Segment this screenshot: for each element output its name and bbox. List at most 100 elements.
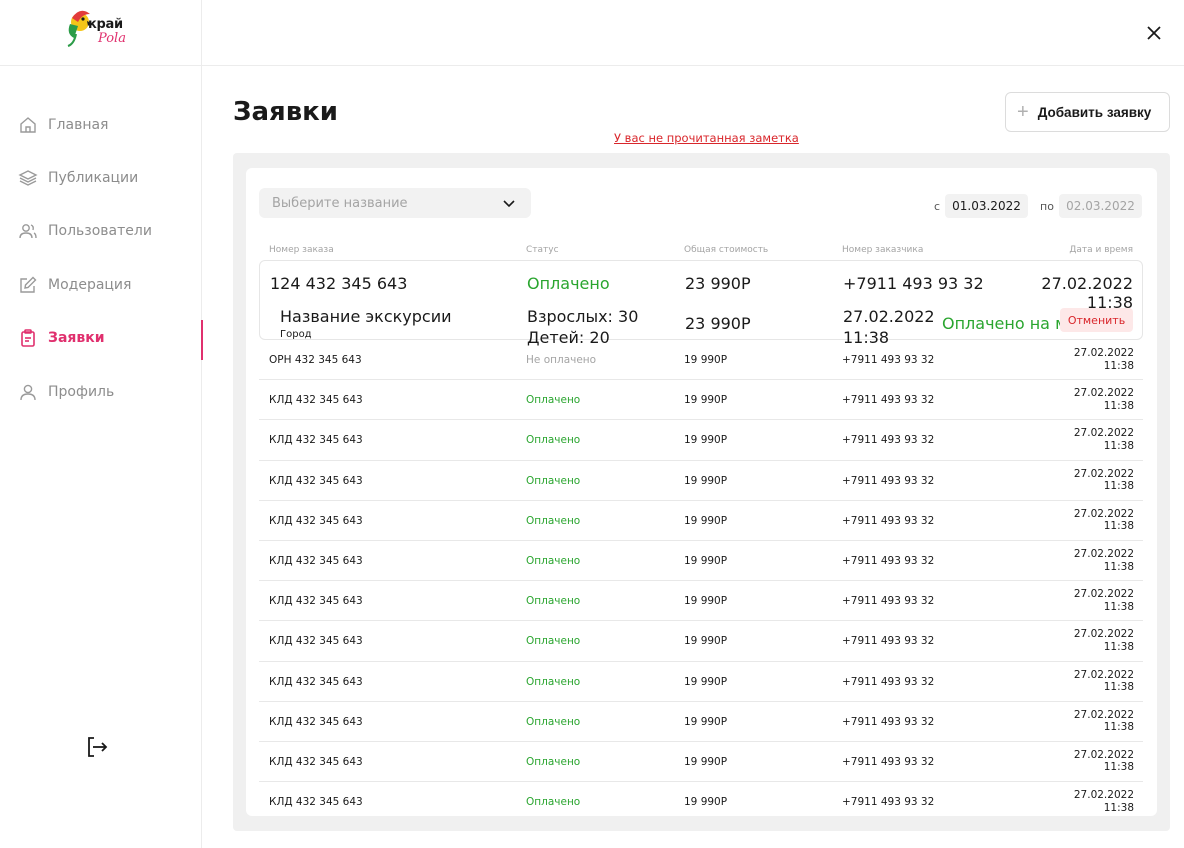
app: край Pola Главная Публикации Пользовател… [0, 0, 1184, 848]
order-date: 27.02.2022 [1073, 748, 1134, 761]
date-from-label: с [934, 200, 941, 213]
order-date: 27.02.2022 [1073, 507, 1134, 520]
orders-panel: Выберите название с 01.03.2022 по 02.03.… [233, 153, 1170, 831]
date-to-input[interactable]: 02.03.2022 [1059, 194, 1142, 218]
order-number: КЛД 432 345 643 [269, 595, 363, 608]
sidebar-item-main[interactable]: Главная [0, 98, 202, 151]
sidebar-item-profile[interactable]: Профиль [0, 365, 202, 418]
order-datetime: 27.02.2022 11:38 [1074, 468, 1134, 493]
order-phone: +7911 493 93 32 [842, 354, 935, 366]
order-cost: 19 990Р [684, 635, 728, 648]
detail-cost: 23 990Р [685, 314, 751, 333]
order-cost: 19 990Р [684, 755, 728, 768]
order-cost: 19 990Р [684, 514, 728, 527]
adults-count: Взрослых: 30 [527, 307, 639, 326]
title-select-placeholder: Выберите название [272, 195, 408, 211]
order-date: 27.02.2022 [1073, 347, 1134, 359]
order-datetime: 27.02.2022 11:38 [1074, 789, 1134, 814]
order-status: Оплачено [526, 755, 581, 768]
order-phone: +7911 493 93 32 [842, 514, 935, 527]
table-row[interactable]: КЛД 432 345 643 Оплачено 19 990Р +7911 493 … [259, 461, 1143, 501]
home-icon [18, 115, 38, 135]
order-phone: +7911 493 93 32 [843, 274, 984, 293]
sidebar-item-label: Заявки [48, 330, 105, 347]
table-row-expanded[interactable]: 124 432 345 643 Оплачено 23 990Р +7911 4… [259, 260, 1143, 347]
order-date: 27.02.2022 [1073, 467, 1134, 480]
order-number: КЛД 432 345 643 [269, 715, 363, 728]
table-row[interactable]: КЛД 432 345 643 Оплачено 19 990Р +7911 493 … [259, 501, 1143, 541]
order-status: Оплачено [526, 715, 581, 728]
order-number: ОРН 432 345 643 [269, 354, 362, 366]
col-header-number: Номер заказа [269, 245, 334, 255]
order-time: 11:38 [1103, 359, 1134, 372]
sidebar-item-publications[interactable]: Публикации [0, 151, 202, 204]
order-time: 11:38 [1103, 761, 1134, 774]
table-row[interactable]: КЛД 432 345 643 Оплачено 19 990Р +7911 493 … [259, 662, 1143, 702]
order-number: КЛД 432 345 643 [269, 635, 363, 648]
date-from-input[interactable]: 01.03.2022 [945, 194, 1028, 218]
table-row[interactable]: КЛД 432 345 643 Оплачено 19 990Р +7911 493 … [259, 420, 1143, 461]
sidebar-item-moderation[interactable]: Модерация [0, 258, 202, 311]
order-cost: 19 990Р [684, 354, 728, 366]
top-bar [202, 0, 1184, 66]
add-order-button[interactable]: + Добавить заявку [1005, 92, 1170, 132]
sidebar-item-users[interactable]: Пользователи [0, 205, 202, 258]
order-date: 27.02.2022 [1073, 588, 1134, 601]
sidebar-item-label: Модерация [48, 276, 132, 293]
logout-icon[interactable] [84, 734, 110, 760]
order-phone: +7911 493 93 32 [842, 394, 935, 407]
sidebar-item-label: Главная [48, 116, 109, 133]
table-row[interactable]: КЛД 432 345 643 Оплачено 19 990Р +7911 493 … [259, 581, 1143, 622]
table-row[interactable]: КЛД 432 345 643 Оплачено 19 990Р +7911 493 … [259, 621, 1143, 662]
order-date: 27.02.2022 [1073, 628, 1134, 641]
order-time: 11:38 [1103, 560, 1134, 573]
order-date: 27.02.2022 [1073, 789, 1134, 802]
order-cost: 19 990Р [684, 715, 728, 728]
order-status: Оплачено [527, 274, 610, 293]
brand-name: край [88, 17, 123, 32]
sidebar-nav: Главная Публикации Пользователи Модераци… [0, 98, 203, 418]
unread-note-link[interactable]: У вас не прочитанная заметка [614, 131, 799, 145]
chevron-down-icon [503, 200, 515, 208]
table-row[interactable]: КЛД 432 345 643 Оплачено 19 990Р +7911 493 … [259, 742, 1143, 783]
clipboard-icon [18, 328, 38, 348]
col-header-cost: Общая стоимость [684, 245, 769, 255]
order-number: 124 432 345 643 [270, 274, 408, 293]
order-time: 11:38 [1103, 681, 1134, 694]
excursion-name: Название экскурсии [280, 307, 452, 326]
order-status: Оплачено [526, 394, 581, 407]
order-date: 27.02.2022 [1073, 668, 1134, 681]
table-row[interactable]: КЛД 432 345 643 Оплачено 19 990Р +7911 493 … [259, 380, 1143, 421]
order-datetime: 27.02.2022 11:38 [1074, 588, 1134, 613]
order-time: 11:38 [1103, 600, 1134, 613]
table-row[interactable]: КЛД 432 345 643 Оплачено 19 990Р +7911 493 … [259, 782, 1143, 816]
excursion-city: Город [280, 328, 312, 340]
table-row[interactable]: КЛД 432 345 643 Оплачено 19 990Р +7911 493 … [259, 702, 1143, 742]
order-time: 11:38 [1103, 399, 1134, 412]
order-cost: 19 990Р [684, 474, 728, 487]
order-time: 11:38 [1103, 640, 1134, 653]
order-number: КЛД 432 345 643 [269, 675, 363, 688]
order-number: КЛД 432 345 643 [269, 755, 363, 768]
order-phone: +7911 493 93 32 [842, 554, 935, 567]
plus-icon: + [1017, 101, 1029, 123]
orders-card: Выберите название с 01.03.2022 по 02.03.… [246, 168, 1157, 816]
order-status: Оплачено [526, 554, 581, 567]
sidebar-item-label: Пользователи [48, 223, 152, 240]
order-status: Оплачено [526, 675, 581, 688]
add-order-label: Добавить заявку [1037, 104, 1152, 120]
sidebar-item-orders[interactable]: Заявки [0, 312, 203, 365]
brand-script: Pola [98, 31, 126, 46]
order-time: 11:38 [1103, 721, 1134, 734]
col-header-phone: Номер заказчика [842, 245, 924, 255]
order-number: КЛД 432 345 643 [269, 394, 363, 407]
title-select[interactable]: Выберите название [259, 188, 531, 218]
cancel-button[interactable]: Отменить [1060, 308, 1133, 332]
order-phone: +7911 493 93 32 [842, 675, 935, 688]
order-status: Не оплачено [526, 354, 597, 366]
table-row[interactable]: ОРН 432 345 643 Не оплачено 19 990Р +7911 4… [259, 340, 1143, 381]
order-phone: +7911 493 93 32 [842, 474, 935, 487]
close-icon[interactable] [1146, 25, 1162, 41]
table-row[interactable]: КЛД 432 345 643 Оплачено 19 990Р +7911 493 … [259, 541, 1143, 582]
order-number: КЛД 432 345 643 [269, 554, 363, 567]
